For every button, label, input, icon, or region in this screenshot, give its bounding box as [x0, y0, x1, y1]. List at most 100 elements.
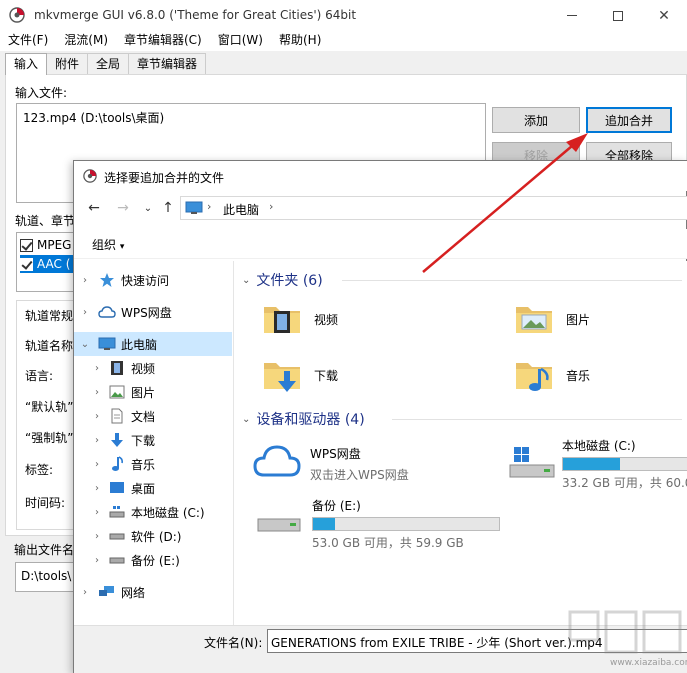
maximize-icon [613, 10, 623, 21]
output-filename-label: 输出文件名 [14, 543, 75, 557]
device-subtitle: 53.0 GB 可用，共 59.9 GB [312, 536, 464, 550]
track-checkbox[interactable] [20, 257, 33, 271]
nav-music[interactable]: › 音乐 [74, 452, 232, 476]
track-label: MPEG [37, 238, 72, 252]
menu-file[interactable]: 文件(F) [0, 31, 56, 51]
tags-label: 标签: [25, 463, 54, 477]
drive-usage-fill [563, 458, 620, 470]
device-backup-e[interactable]: 备份 (E:) 53.0 GB 可用，共 59.9 GB [256, 497, 500, 551]
navigation-pane: › 快速访问 › WPS网盘 ⌄ 此电脑 › 视频 › 图片 › 文档 › 下载… [74, 261, 234, 625]
tracks-list[interactable]: MPEG AAC ( [16, 232, 76, 292]
chevron-down-icon[interactable]: ⌄ [242, 414, 250, 425]
folder-label: 视频 [314, 312, 339, 327]
main-tabs: 输入 附件 全局 章节编辑器 [5, 53, 207, 75]
chevron-right-icon[interactable]: › [90, 507, 104, 518]
nav-local-disk-c[interactable]: › 本地磁盘 (C:) [74, 500, 232, 524]
track-name-label: 轨道名称: [25, 339, 78, 353]
cloud-icon [98, 304, 116, 320]
language-label: 语言: [25, 369, 54, 383]
nav-network[interactable]: › 网络 [74, 580, 232, 604]
nav-backup-e[interactable]: › 备份 (E:) [74, 548, 232, 572]
chevron-right-icon[interactable]: › [78, 587, 92, 598]
chevron-right-icon[interactable]: › [78, 275, 92, 286]
star-icon [98, 272, 116, 288]
nav-wps-drive[interactable]: › WPS网盘 [74, 300, 232, 324]
chevron-right-icon[interactable]: › [90, 531, 104, 542]
tab-input[interactable]: 输入 [5, 53, 48, 75]
chevron-right-icon[interactable]: › [90, 435, 104, 446]
picture-folder-icon [516, 307, 552, 333]
props-tab-label[interactable]: 轨道常规 [25, 307, 73, 324]
maximize-button[interactable] [595, 0, 641, 31]
nav-label: 此电脑 [121, 337, 158, 352]
chevron-right-icon[interactable]: › [90, 363, 104, 374]
device-name: 备份 (E:) [312, 499, 361, 513]
nav-pictures[interactable]: › 图片 [74, 380, 232, 404]
forward-button[interactable]: → [113, 198, 133, 218]
recent-locations-button[interactable]: ⌄ [138, 198, 158, 218]
video-folder-icon [264, 307, 300, 333]
device-wps-drive[interactable]: WPS网盘 双击进入WPS网盘 [252, 441, 409, 483]
nav-videos[interactable]: › 视频 [74, 356, 232, 380]
chevron-down-icon[interactable]: ⌄ [78, 339, 92, 350]
menu-help[interactable]: 帮助(H) [271, 31, 329, 51]
menu-bar: 文件(F) 混流(M) 章节编辑器(C) 窗口(W) 帮助(H) [0, 31, 687, 51]
nav-label: 文档 [131, 409, 156, 424]
nav-documents[interactable]: › 文档 [74, 404, 232, 428]
breadcrumb-chevron-icon[interactable]: › [269, 200, 273, 213]
nav-software-d[interactable]: › 软件 (D:) [74, 524, 232, 548]
chevron-right-icon[interactable]: › [90, 483, 104, 494]
device-text: 备份 (E:) 53.0 GB 可用，共 59.9 GB [312, 497, 500, 551]
add-button[interactable]: 添加 [492, 107, 580, 133]
tab-chapter-editor[interactable]: 章节编辑器 [128, 53, 207, 74]
device-name: 本地磁盘 (C:) [562, 439, 636, 453]
menu-mux[interactable]: 混流(M) [56, 31, 116, 51]
windows-drive-icon [509, 447, 555, 478]
chevron-right-icon[interactable]: › [90, 411, 104, 422]
organize-button[interactable]: 组织 ▾ [92, 236, 124, 253]
chevron-right-icon[interactable]: › [90, 387, 104, 398]
input-file-item[interactable]: 123.mp4 (D:\tools\桌面) [23, 109, 164, 126]
folders-group-header[interactable]: ⌄ 文件夹 (6) [242, 270, 323, 290]
nav-label: 桌面 [131, 481, 156, 496]
tab-global[interactable]: 全局 [87, 53, 130, 74]
address-bar[interactable]: › 此电脑 › [180, 196, 687, 220]
chevron-right-icon[interactable]: › [90, 459, 104, 470]
track-checkbox[interactable] [20, 238, 33, 252]
watermark-text: www.xiazaiba.com [610, 658, 687, 668]
back-button[interactable]: ← [84, 198, 104, 218]
download-arrow-icon [108, 432, 126, 448]
title-bar[interactable]: mkvmerge GUI v6.8.0 ('Theme for Great Ci… [0, 0, 687, 31]
folder-music[interactable]: 音乐 [514, 355, 590, 395]
track-row[interactable]: AAC ( [20, 255, 76, 273]
track-label: AAC ( [37, 257, 71, 271]
breadcrumb-this-pc[interactable]: 此电脑 [223, 201, 259, 218]
devices-group-header[interactable]: ⌄ 设备和驱动器 (4) [242, 409, 365, 429]
chevron-right-icon[interactable]: › [90, 555, 104, 566]
nav-this-pc[interactable]: ⌄ 此电脑 [74, 332, 232, 356]
folder-videos[interactable]: 视频 [262, 299, 338, 339]
chevron-down-icon[interactable]: ⌄ [242, 275, 250, 286]
folder-pictures[interactable]: 图片 [514, 299, 590, 339]
folder-label: 下载 [314, 368, 339, 383]
track-row[interactable]: MPEG [20, 236, 76, 254]
append-button[interactable]: 追加合并 [586, 107, 672, 133]
breadcrumb-chevron-icon[interactable]: › [207, 200, 211, 213]
close-button[interactable]: ✕ [641, 0, 687, 31]
menu-chapter-editor[interactable]: 章节编辑器(C) [116, 31, 210, 51]
nav-quick-access[interactable]: › 快速访问 [74, 268, 232, 292]
content-pane: ⌄ 文件夹 (6) 视频 图片 下载 音乐 ⌄ 设备和驱动器 (4) WPS网盘… [236, 261, 687, 625]
minimize-button[interactable] [549, 0, 595, 31]
chevron-right-icon[interactable]: › [78, 307, 92, 318]
device-local-disk-c[interactable]: 本地磁盘 (C:) 33.2 GB 可用，共 60.0 [508, 437, 687, 491]
device-subtitle: 33.2 GB 可用，共 60.0 [562, 476, 687, 490]
menu-window[interactable]: 窗口(W) [210, 31, 271, 51]
window-title: mkvmerge GUI v6.8.0 ('Theme for Great Ci… [34, 8, 357, 22]
folder-downloads[interactable]: 下载 [262, 355, 338, 395]
dialog-title-bar[interactable]: 选择要追加合并的文件 [74, 161, 687, 191]
chevron-down-icon: ⌄ [143, 202, 153, 214]
tab-attachments[interactable]: 附件 [46, 53, 89, 74]
nav-downloads[interactable]: › 下载 [74, 428, 232, 452]
up-button[interactable]: ↑ [158, 198, 178, 218]
nav-desktop[interactable]: › 桌面 [74, 476, 232, 500]
